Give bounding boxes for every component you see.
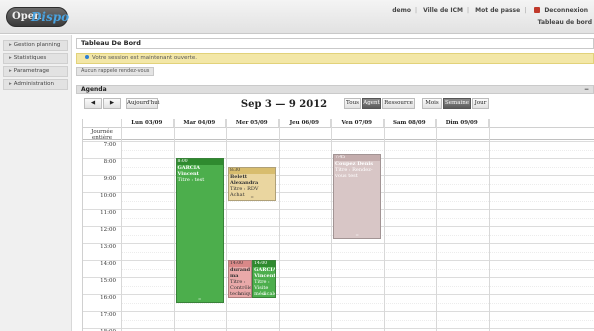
resize-handle-icon[interactable]: = — [334, 232, 380, 237]
hour-row[interactable] — [83, 277, 594, 294]
hour-label: 13:00 — [100, 244, 116, 250]
logout-link[interactable]: Deconnexion — [532, 7, 590, 14]
hour-label: 9:00 — [103, 176, 116, 182]
prev-week-button[interactable]: ◀ — [84, 98, 102, 109]
page-subtitle: Tableau de bord — [537, 19, 592, 26]
half-hour-line — [121, 150, 594, 151]
view-mois-button[interactable]: Mois — [422, 98, 442, 109]
separator: | — [524, 7, 527, 14]
day-column-divider — [121, 119, 122, 331]
top-bar: Open Dispo demo | Ville de ICM | Mot de pa… — [0, 0, 594, 34]
sidebar: Gestion planning Statistiques Parametrag… — [0, 35, 72, 331]
hour-row[interactable] — [83, 260, 594, 277]
date-range-title: Sep 3 — 9 2012 — [240, 99, 328, 110]
day-column-divider — [488, 119, 490, 331]
user-link[interactable]: demo — [392, 7, 411, 14]
event-title: GARCIA Vincent — [254, 267, 277, 279]
hour-row[interactable] — [83, 294, 594, 311]
agenda-title: Agenda — [81, 86, 107, 93]
half-hour-line — [121, 320, 594, 321]
hour-label: 17:00 — [100, 312, 116, 318]
day-column-divider — [436, 119, 437, 331]
hour-label: 7:00 — [103, 142, 116, 148]
sidebar-item-statistiques[interactable]: Statistiques — [3, 53, 68, 64]
opendispo-logo[interactable]: Open Dispo — [6, 7, 70, 27]
logo-dispo-text: Dispo — [31, 10, 70, 24]
filter-tous-button[interactable]: Tous — [344, 98, 361, 109]
day-header: Ven 07/09 — [331, 119, 384, 127]
city-link[interactable]: Ville de ICM — [423, 7, 463, 14]
hour-label: 10:00 — [100, 193, 116, 199]
separator: | — [414, 7, 417, 14]
resize-handle-icon[interactable]: = — [177, 296, 223, 301]
hour-label: 11:00 — [100, 210, 116, 216]
allday-row[interactable] — [83, 127, 594, 140]
event-description: Titre : Rendez-vous test — [335, 166, 373, 179]
day-header: Mar 04/09 — [174, 119, 226, 127]
week-calendar-grid[interactable]: Journée entière Lun 03/09 Mar 04/09 Mer 05… — [82, 119, 594, 331]
password-link[interactable]: Mot de passe — [475, 7, 520, 14]
agenda-panel-header: Agenda − — [76, 85, 594, 94]
hour-row[interactable] — [83, 243, 594, 260]
calendar-event[interactable]: 8:00 GARCIA Vincent Titre : test = — [175, 158, 224, 303]
day-header: Jeu 06/09 — [279, 119, 331, 127]
logout-label: Deconnexion — [544, 7, 588, 14]
day-column-divider — [331, 119, 332, 331]
resize-handle-icon[interactable]: = — [229, 194, 275, 199]
day-header: Sam 08/09 — [384, 119, 436, 127]
event-title: GARCIA Vincent — [177, 165, 201, 177]
day-header: Dim 09/09 — [436, 119, 489, 127]
info-icon — [85, 55, 89, 59]
half-hour-line — [121, 303, 594, 304]
calendar-event[interactable]: 8:30 Belett Alexandra Titre : RDV Achat = — [228, 166, 277, 201]
logout-icon — [534, 7, 541, 13]
event-title: durand ma — [230, 267, 251, 279]
view-semaine-button[interactable]: Semaine — [443, 98, 471, 109]
main-content: Tableau De Bord Votre session est mainte… — [76, 38, 594, 331]
resize-handle-icon[interactable]: = — [229, 292, 251, 296]
notice-text: Votre session est maintenant ouverte. — [92, 55, 197, 61]
hour-label: 15:00 — [100, 278, 116, 284]
hour-row[interactable] — [83, 311, 594, 328]
calendar-event[interactable]: 7:45 Coupez Denis Titre : Rendez-vous test… — [333, 153, 382, 239]
day-column-divider — [173, 119, 175, 331]
collapse-button[interactable]: − — [584, 86, 589, 93]
resize-handle-icon[interactable]: = — [253, 292, 275, 296]
filter-agent-button[interactable]: Agent — [362, 98, 381, 109]
day-column-divider — [226, 119, 227, 331]
hour-label: 16:00 — [100, 295, 116, 301]
today-button[interactable]: Aujourd'hui — [126, 98, 160, 109]
event-description: Titre : test — [177, 177, 205, 183]
sidebar-item-gestion-planning[interactable]: Gestion planning — [3, 40, 68, 51]
calendar-toolbar: ◀ ▶ Aujourd'hui Sep 3 — 9 2012 Tous Agen… — [76, 98, 594, 112]
hour-label: 14:00 — [100, 261, 116, 267]
hour-label: 12:00 — [100, 227, 116, 233]
allday-label: Journée entière — [91, 129, 113, 141]
view-jour-button[interactable]: Jour — [472, 98, 489, 109]
hour-label: 8:00 — [103, 159, 116, 165]
page-title: Tableau De Bord — [76, 38, 594, 49]
day-column-divider — [383, 119, 385, 331]
sidebar-item-parametrage[interactable]: Parametrage — [3, 66, 68, 77]
calendar-event[interactable]: 14:00durand maTitre : Contrôle technique… — [228, 260, 253, 299]
calendar-event[interactable]: 14:00 GARCIA Vincent Titre : Visite médica… — [252, 260, 277, 299]
event-title: Belett Alexandra — [230, 173, 259, 186]
reminder-button[interactable]: Aucun rappele rendez-vous — [76, 67, 155, 76]
sidebar-item-administration[interactable]: Administration — [3, 79, 68, 90]
filter-ressource-button[interactable]: Ressource — [382, 98, 415, 109]
day-header: Mer 05/09 — [226, 119, 279, 127]
session-notice: Votre session est maintenant ouverte. — [76, 53, 594, 64]
top-links: demo | Ville de ICM | Mot de passe | Deconn… — [390, 7, 592, 14]
next-week-button[interactable]: ▶ — [103, 98, 121, 109]
separator: | — [467, 7, 470, 14]
day-column-divider — [278, 119, 280, 331]
day-header: Lun 03/09 — [121, 119, 174, 127]
